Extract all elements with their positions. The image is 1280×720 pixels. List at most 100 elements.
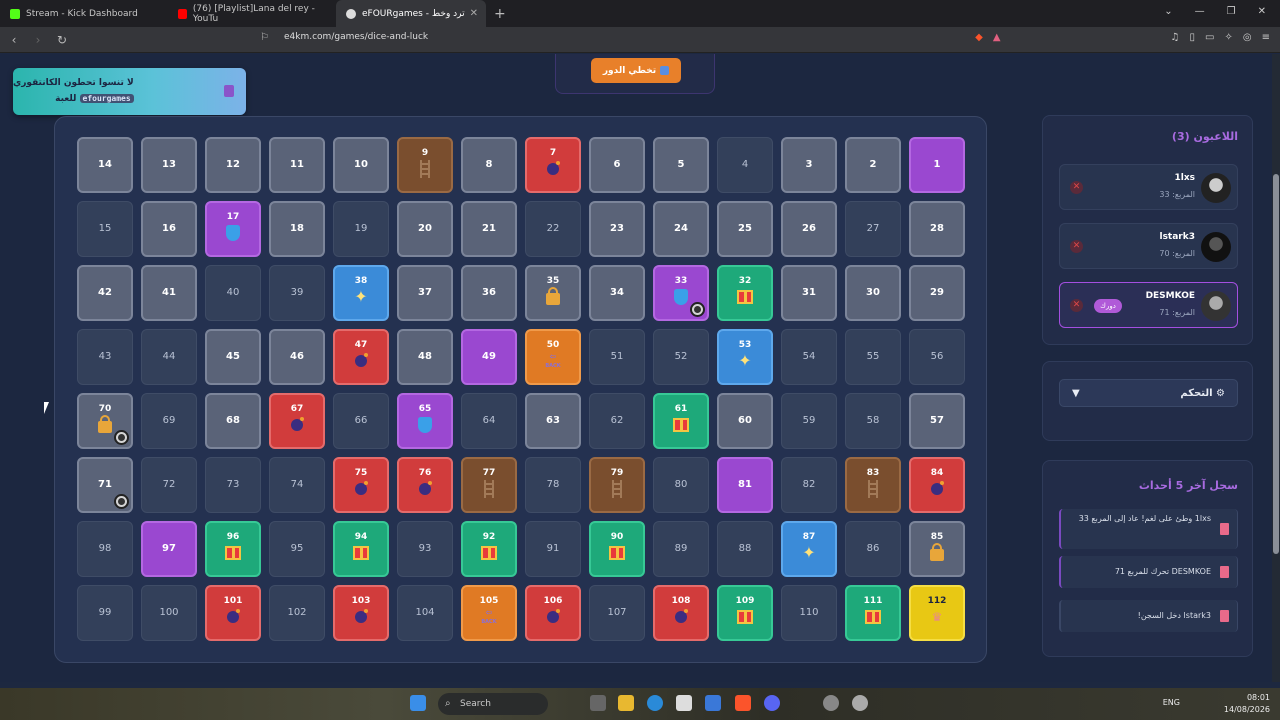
- board-cell-81: 81: [717, 457, 773, 513]
- cell-number: 86: [866, 543, 880, 554]
- player-name: lstark3: [1159, 232, 1195, 242]
- cell-number: 42: [98, 287, 112, 298]
- wallet-icon[interactable]: ▭: [1205, 32, 1214, 43]
- cell-number: 26: [802, 223, 816, 234]
- bomb-icon: [545, 161, 561, 177]
- board-cell-61: 61: [653, 393, 709, 449]
- brave-icon[interactable]: [735, 695, 751, 711]
- sparkle-icon: ✦: [738, 351, 752, 370]
- ai-icon[interactable]: ✧: [1224, 32, 1232, 43]
- cell-number: 67: [290, 404, 304, 414]
- task-view-icon[interactable]: [590, 695, 606, 711]
- cell-number: 15: [98, 223, 112, 234]
- board-cell-52: 52: [653, 329, 709, 385]
- remove-player-icon[interactable]: ✕: [1070, 181, 1083, 194]
- bomb-icon: [545, 609, 561, 625]
- board-cell-55: 55: [845, 329, 901, 385]
- media-icon[interactable]: ♫: [1171, 32, 1180, 43]
- remove-player-icon[interactable]: ✕: [1070, 240, 1083, 253]
- maximize-button[interactable]: ❐: [1227, 6, 1236, 17]
- cell-number: 62: [610, 415, 624, 426]
- board-cell-14: 14: [77, 137, 133, 193]
- cell-number: 84: [930, 468, 944, 478]
- board-cell-96: 96: [205, 521, 261, 577]
- language-indicator[interactable]: ENG: [1163, 698, 1180, 707]
- back-icon[interactable]: ‹: [4, 33, 24, 47]
- settings-icon[interactable]: [823, 695, 839, 711]
- brave-shield-icon[interactable]: ◆: [975, 32, 983, 43]
- gift-icon: [353, 545, 369, 561]
- discord-icon[interactable]: [764, 695, 780, 711]
- board-cell-33: 33: [653, 265, 709, 321]
- reload-icon[interactable]: ↻: [52, 33, 72, 47]
- cell-number: 66: [354, 415, 368, 426]
- youtube-icon: [178, 8, 187, 19]
- back-arrow-icon: ⇦ BACK: [545, 351, 561, 369]
- remove-player-icon[interactable]: ✕: [1070, 299, 1083, 312]
- tab-efourgames[interactable]: eFOURgames - ترد وخط ✕: [336, 0, 486, 27]
- rewards-icon[interactable]: ▲: [993, 32, 1001, 43]
- cell-number: 18: [290, 223, 304, 234]
- tab-search-icon[interactable]: ⌄: [1164, 6, 1172, 17]
- board-cell-31: 31: [781, 265, 837, 321]
- cell-number: 10: [354, 159, 368, 170]
- gift-icon: [225, 545, 241, 561]
- board-cell-94: 94: [333, 521, 389, 577]
- lock-icon: [929, 543, 945, 561]
- cell-number: 2: [869, 159, 877, 170]
- board-cell-92: 92: [461, 521, 517, 577]
- tab-youtube[interactable]: (76) [Playlist]Lana del rey - YouTu: [168, 0, 336, 27]
- windows-start-icon[interactable]: [410, 695, 426, 711]
- cell-number: 19: [354, 223, 368, 234]
- menu-icon[interactable]: ≡: [1262, 32, 1270, 43]
- page-scrollbar[interactable]: [1272, 54, 1280, 682]
- close-window-button[interactable]: ✕: [1258, 6, 1266, 17]
- forward-icon[interactable]: ›: [28, 33, 48, 47]
- edge-icon[interactable]: [647, 695, 663, 711]
- shield-icon: [417, 417, 433, 433]
- board-cell-111: 111: [845, 585, 901, 641]
- gift-icon: [865, 609, 881, 625]
- chevron-down-icon: ▼: [1072, 387, 1080, 399]
- board-cell-36: 36: [461, 265, 517, 321]
- gift-icon: [673, 417, 689, 433]
- controls-toggle[interactable]: ▼ ⚙ التحكم: [1059, 379, 1238, 407]
- player-token: [114, 494, 129, 509]
- board-cell-8: 8: [461, 137, 517, 193]
- taskbar-clock[interactable]: 08:01 14/08/2026: [1224, 692, 1270, 716]
- skip-turn-button[interactable]: تخطي الدور: [591, 58, 681, 83]
- lock-icon: [545, 287, 561, 305]
- cell-number: 106: [543, 596, 563, 606]
- board-cell-68: 68: [205, 393, 261, 449]
- cell-number: 72: [162, 479, 176, 490]
- cell-number: 90: [610, 532, 624, 542]
- cell-number: 43: [98, 351, 112, 362]
- board-cell-47: 47: [333, 329, 389, 385]
- board-cell-16: 16: [141, 201, 197, 257]
- cell-number: 110: [799, 607, 819, 618]
- tab-label: (76) [Playlist]Lana del rey - YouTu: [192, 3, 315, 24]
- minimize-button[interactable]: —: [1195, 6, 1205, 17]
- bookmark-icon[interactable]: ⚐: [260, 32, 269, 43]
- file-explorer-icon[interactable]: [618, 695, 634, 711]
- sidebar-icon[interactable]: ▯: [1190, 32, 1196, 43]
- notepad-icon[interactable]: [676, 695, 692, 711]
- event-log-panel: سجل آخر 5 أحداث 1lxs وطئ على لغم! عاد إل…: [1042, 460, 1253, 657]
- board-cell-53: 53 ✦: [717, 329, 773, 385]
- board-cell-93: 93: [397, 521, 453, 577]
- tab-kick[interactable]: Stream - Kick Dashboard: [0, 0, 168, 27]
- vpn-icon[interactable]: ◎: [1243, 32, 1252, 43]
- shield-icon: [673, 289, 689, 305]
- taskbar-search[interactable]: ⌕ Search: [438, 693, 548, 715]
- cell-number: 7: [549, 148, 557, 158]
- cell-number: 27: [866, 223, 880, 234]
- cell-number: 107: [607, 607, 627, 618]
- url-field[interactable]: e4km.com/games/dice-and-luck: [284, 32, 428, 42]
- obs-icon[interactable]: [852, 695, 868, 711]
- new-tab-button[interactable]: +: [494, 6, 506, 22]
- scroll-thumb[interactable]: [1273, 174, 1279, 554]
- board-cell-102: 102: [269, 585, 325, 641]
- cell-number: 112: [927, 596, 947, 606]
- close-tab-icon[interactable]: ✕: [470, 8, 478, 19]
- store-icon[interactable]: [705, 695, 721, 711]
